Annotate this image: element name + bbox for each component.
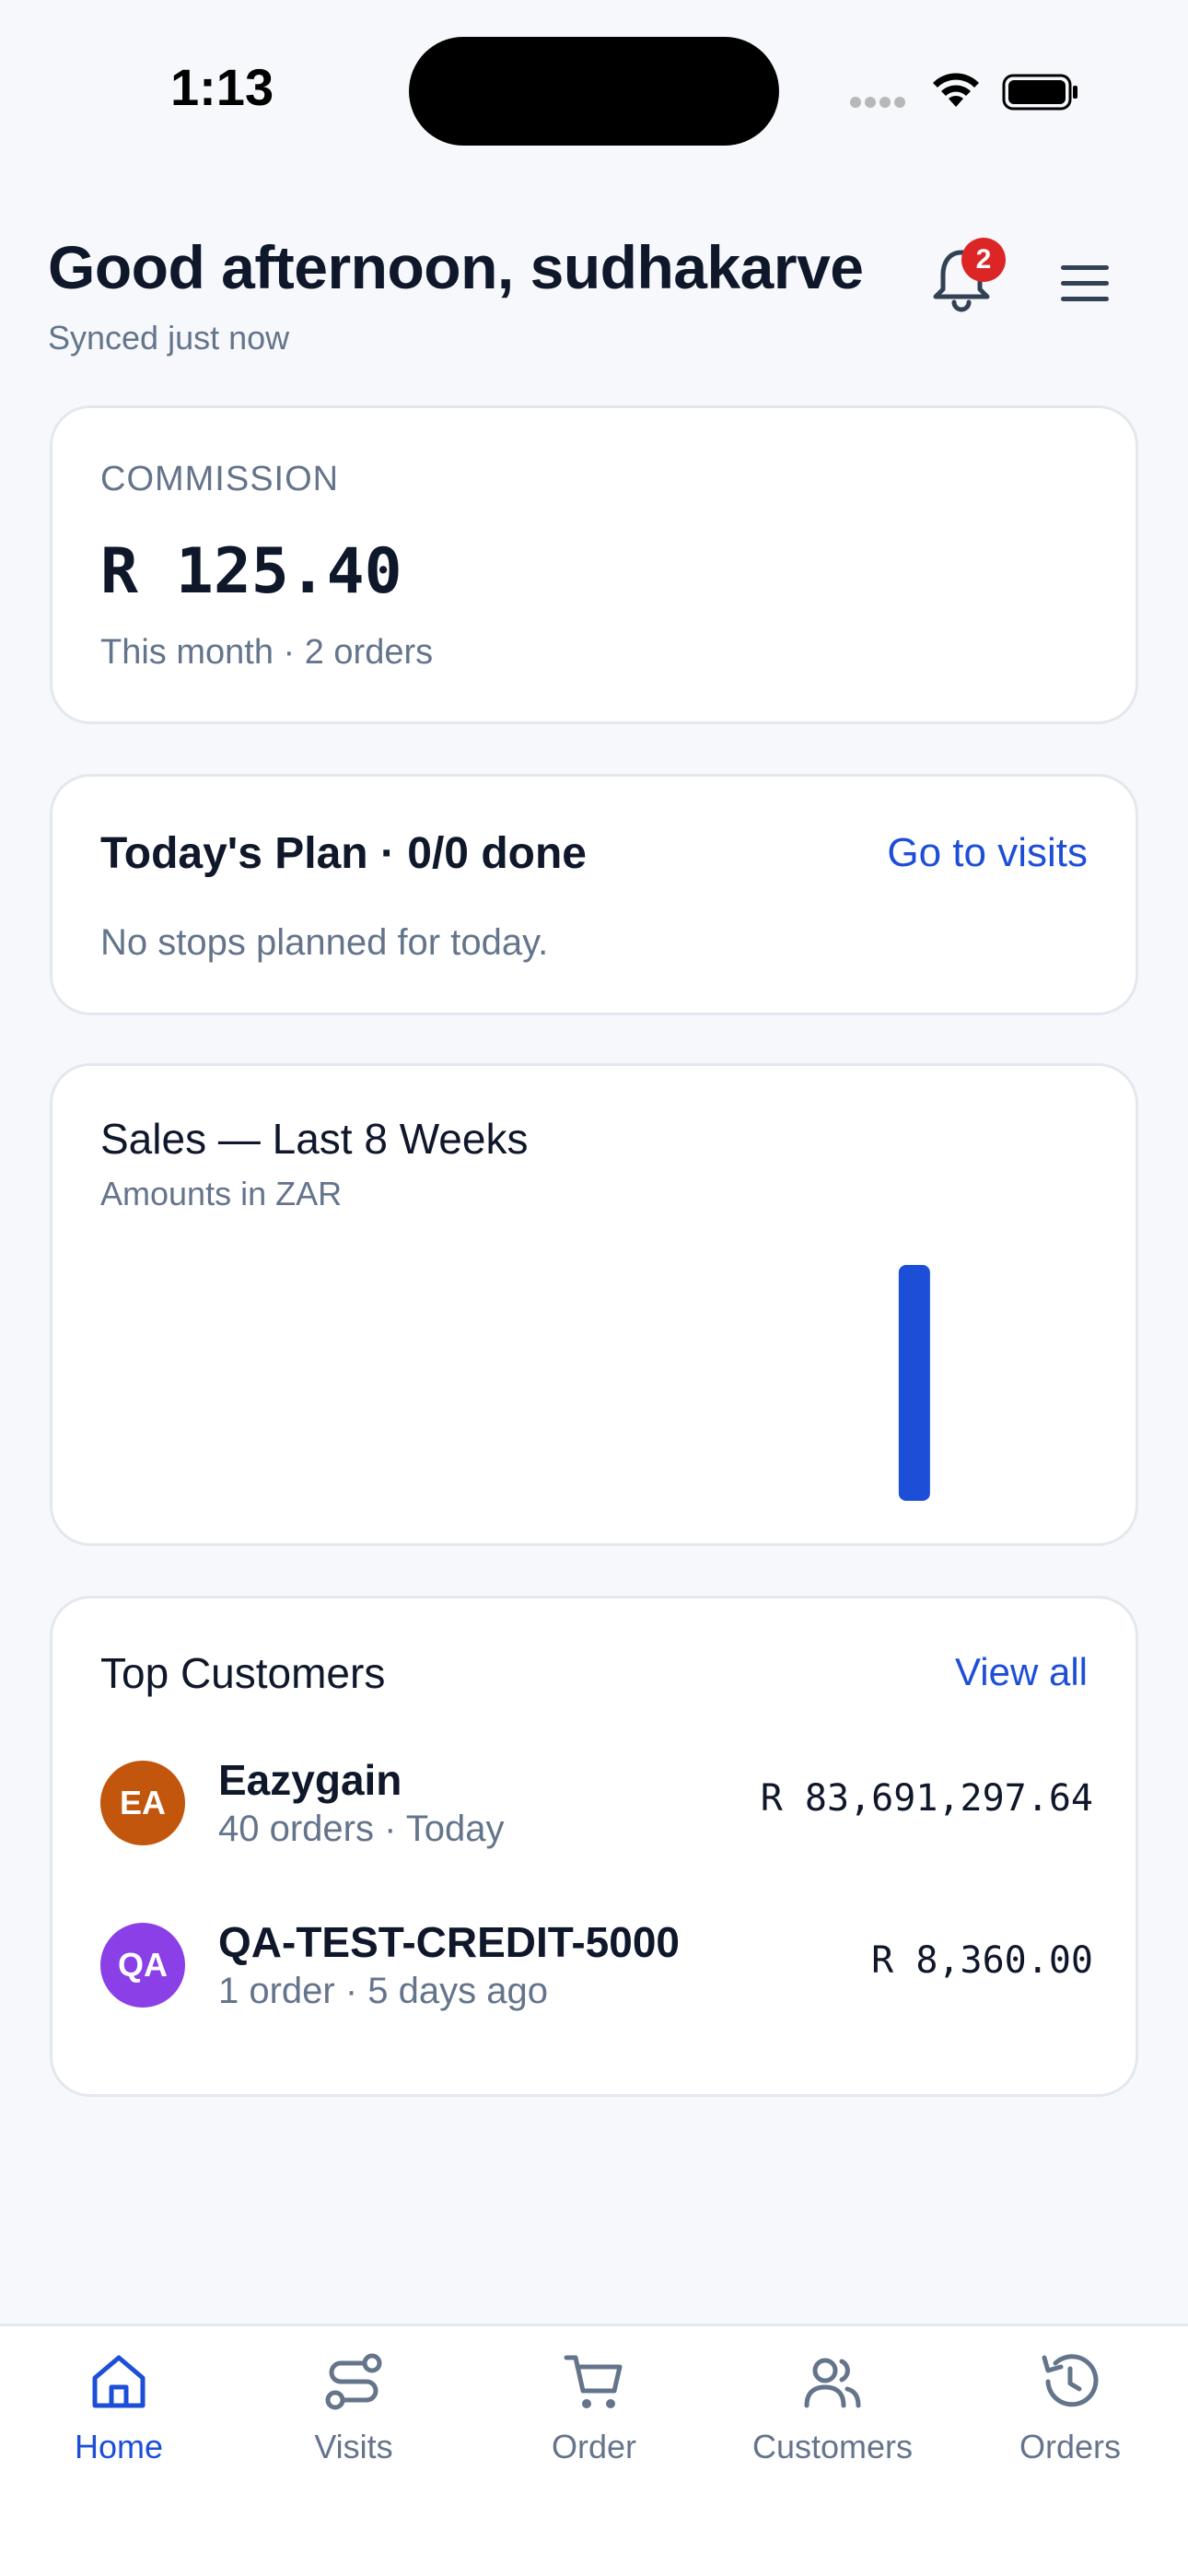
sales-chart-card: Sales — Last 8 Weeks Amounts in ZAR [50,1063,1138,1546]
nav-visits-label: Visits [314,2428,393,2465]
nav-visits[interactable]: Visits [243,2348,464,2466]
customer-amount: R 83,691,297.64 [760,1777,1093,1820]
avatar: QA [100,1923,185,2008]
home-icon [92,2355,146,2408]
avatar: EA [100,1761,185,1845]
top-customers-title: Top Customers [100,1649,386,1697]
notification-badge: 2 [961,238,1006,282]
dynamic-island [409,37,779,146]
customer-row[interactable]: EA Eazygain 40 orders · Today R 83,691,2… [100,1755,1093,1856]
commission-card[interactable]: COMMISSION R 125.40 This month · 2 order… [50,405,1138,724]
users-icon [804,2358,861,2408]
go-to-visits-link[interactable]: Go to visits [887,830,1088,876]
cellular-signal-icon [850,96,911,111]
greeting-title: Good afternoon, sudhakarve [48,233,864,301]
top-customers-card: Top Customers View all EA Eazygain 40 or… [50,1596,1138,2097]
customer-name: QA-TEST-CREDIT-5000 [218,1918,680,1966]
nav-order-label: Order [551,2428,637,2465]
menu-icon[interactable] [1057,262,1112,306]
sales-bar [898,1265,930,1501]
nav-orders[interactable]: Orders [960,2348,1181,2466]
wifi-icon [933,73,979,107]
nav-home[interactable]: Home [8,2348,229,2466]
customer-row[interactable]: QA QA-TEST-CREDIT-5000 1 order · 5 days … [100,1917,1093,2019]
status-time: 1:13 [170,58,274,116]
plan-empty-text: No stops planned for today. [100,922,549,963]
plan-title: Today's Plan · 0/0 done [100,829,587,878]
nav-home-label: Home [74,2428,164,2465]
nav-customers[interactable]: Customers [722,2348,943,2466]
todays-plan-card: Today's Plan · 0/0 done Go to visits No … [50,774,1138,1015]
commission-label: COMMISSION [100,460,340,498]
sync-status: Synced just now [48,319,290,357]
sales-subtitle: Amounts in ZAR [100,1175,343,1212]
customer-meta: 40 orders · Today [218,1809,505,1849]
cart-icon [564,2355,623,2408]
customer-amount: R 8,360.00 [871,1939,1093,1982]
customer-meta: 1 order · 5 days ago [218,1971,548,2011]
customer-name: Eazygain [218,1756,402,1804]
sales-title: Sales — Last 8 Weeks [100,1115,529,1163]
history-icon [1042,2354,1099,2407]
nav-orders-label: Orders [1019,2428,1122,2465]
bottom-navigation: Home Visits Order Customers Orders [0,2324,1188,2576]
view-all-link[interactable]: View all [955,1650,1088,1694]
nav-order[interactable]: Order [483,2348,705,2466]
sales-bar-chart [898,1265,930,1501]
commission-value: R 125.40 [100,535,402,608]
commission-subtitle: This month · 2 orders [100,633,434,672]
route-icon [325,2353,382,2410]
nav-customers-label: Customers [751,2428,914,2465]
battery-icon [1002,74,1077,111]
